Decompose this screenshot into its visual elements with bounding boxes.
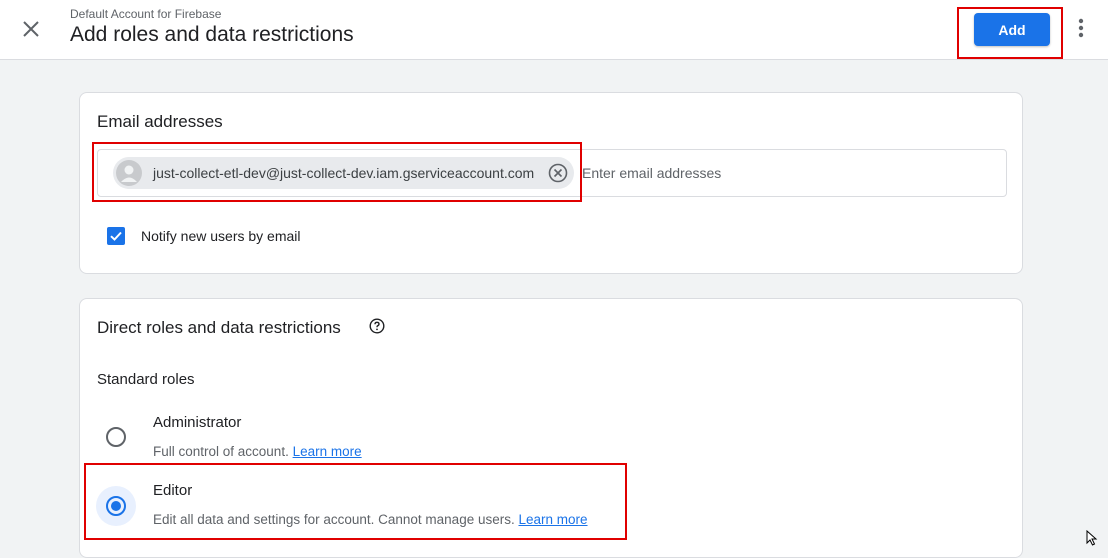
cancel-circle-icon (548, 163, 568, 183)
more-vert-icon (1078, 18, 1084, 38)
more-options-button[interactable] (1066, 12, 1096, 44)
radio-button (106, 427, 126, 447)
email-addresses-card: Email addresses just-collect-etl-dev@jus… (79, 92, 1023, 274)
person-icon (121, 165, 137, 182)
avatar (116, 160, 142, 186)
role-description-text: Full control of account. (153, 444, 289, 459)
close-icon (23, 21, 39, 37)
email-chip-text: just-collect-etl-dev@just-collect-dev.ia… (153, 165, 535, 181)
notify-option: Notify new users by email (107, 227, 301, 245)
standard-roles-label: Standard roles (97, 371, 195, 388)
check-icon (110, 231, 122, 241)
roles-section-title: Direct roles and data restrictions (97, 318, 341, 337)
close-button[interactable] (14, 12, 48, 46)
account-name: Default Account for Firebase (70, 7, 222, 21)
top-bar: Default Account for Firebase Add roles a… (0, 0, 1108, 60)
remove-email-button[interactable] (547, 162, 569, 184)
administrator-radio[interactable] (96, 417, 136, 457)
learn-more-link[interactable]: Learn more (293, 444, 362, 459)
email-input[interactable] (580, 159, 1000, 187)
role-name: Administrator (153, 414, 242, 431)
mouse-cursor-icon (1086, 530, 1098, 546)
help-circle-icon[interactable] (369, 318, 385, 334)
page-title: Add roles and data restrictions (70, 23, 354, 46)
add-button-highlight: Add (957, 7, 1063, 59)
role-description: Full control of account. Learn more (153, 444, 362, 459)
email-chip[interactable]: just-collect-etl-dev@just-collect-dev.ia… (113, 157, 574, 189)
editor-role-highlight (84, 463, 627, 540)
add-button[interactable]: Add (974, 13, 1050, 46)
email-section-title: Email addresses (97, 112, 223, 131)
notify-checkbox[interactable] (107, 227, 125, 245)
notify-label: Notify new users by email (141, 228, 301, 244)
